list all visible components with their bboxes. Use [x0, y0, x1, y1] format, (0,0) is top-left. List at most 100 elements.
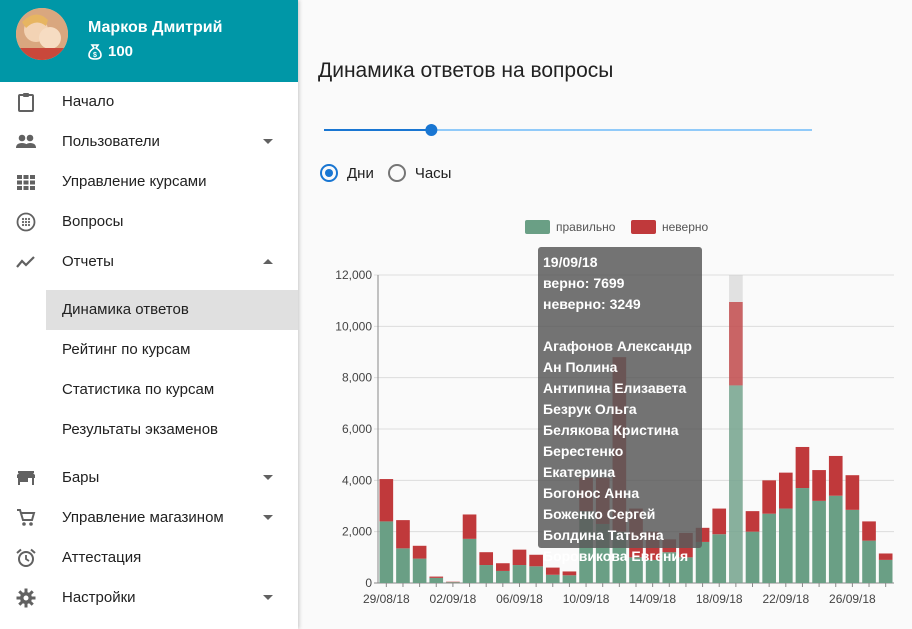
tooltip-wrong-label: неверно:	[543, 296, 606, 312]
bar-correct[interactable]	[512, 565, 527, 583]
chevron-up-icon[interactable]	[263, 259, 273, 264]
menu-item-shop[interactable]: Управление магазином	[0, 498, 298, 538]
chevron-down-icon[interactable]	[263, 595, 273, 600]
tooltip-name-item: Боровикова Евгения	[543, 548, 689, 564]
menu-item-reports[interactable]: Отчеты	[0, 242, 298, 282]
sub-item-label: Рейтинг по курсам	[62, 341, 191, 358]
bar-wrong[interactable]	[379, 479, 394, 522]
bar-wrong[interactable]	[446, 581, 460, 583]
bar-wrong[interactable]	[479, 552, 494, 566]
bar-correct[interactable]	[496, 570, 510, 583]
x-tick-label: 18/09/18	[696, 592, 743, 606]
menu-item-label: Бары	[62, 469, 100, 486]
bar-correct[interactable]	[379, 521, 394, 583]
legend-label[interactable]: правильно	[556, 220, 616, 234]
y-tick-label: 0	[365, 576, 372, 590]
sub-item-exam-results[interactable]: Результаты экзаменов	[46, 410, 298, 450]
menu-item-home[interactable]: Начало	[0, 82, 298, 122]
bar-correct[interactable]	[529, 566, 543, 583]
bar-correct[interactable]	[862, 540, 876, 583]
chevron-down-icon[interactable]	[263, 475, 273, 480]
radio-hours[interactable]: Часы	[387, 164, 451, 182]
menu-item-settings[interactable]: Настройки	[0, 578, 298, 618]
bar-wrong[interactable]	[745, 511, 760, 532]
dots-circle-icon	[16, 212, 36, 232]
menu-item-questions[interactable]: Вопросы	[0, 202, 298, 242]
sub-item-course-stats[interactable]: Статистика по курсам	[46, 370, 298, 410]
tooltip-wrong-value: 3249	[609, 296, 641, 312]
bar-wrong[interactable]	[762, 480, 776, 514]
bar-correct[interactable]	[479, 565, 494, 583]
bar-wrong[interactable]	[778, 472, 793, 509]
bar-wrong[interactable]	[828, 455, 843, 496]
bar-correct[interactable]	[429, 577, 444, 583]
bar-wrong[interactable]	[412, 545, 427, 559]
bar-wrong[interactable]	[429, 576, 444, 578]
chevron-down-icon[interactable]	[263, 515, 273, 520]
bar-correct[interactable]	[462, 538, 477, 583]
bar-wrong[interactable]	[512, 549, 527, 566]
bar-correct[interactable]	[762, 513, 776, 583]
radio-days-circle[interactable]	[320, 164, 338, 182]
bar-wrong[interactable]	[496, 563, 510, 571]
legend-swatch[interactable]	[631, 220, 656, 234]
clipboard-icon	[18, 93, 34, 112]
bar-wrong[interactable]	[795, 446, 810, 489]
menu-item-attestation[interactable]: Аттестация	[0, 538, 298, 578]
bar-wrong[interactable]	[878, 553, 893, 560]
bar-correct[interactable]	[412, 558, 427, 583]
bar-correct[interactable]	[446, 582, 460, 583]
alarm-icon	[16, 548, 36, 567]
bar-correct[interactable]	[878, 559, 893, 583]
y-tick-label: 12,000	[335, 268, 372, 282]
radio-hours-circle[interactable]	[387, 164, 406, 182]
bar-correct[interactable]	[778, 508, 793, 583]
bar-wrong[interactable]	[845, 475, 860, 510]
x-tick-label: 06/09/18	[496, 592, 543, 606]
legend-swatch[interactable]	[525, 220, 550, 234]
bar-correct[interactable]	[562, 575, 577, 583]
sub-item-course-rating[interactable]: Рейтинг по курсам	[46, 330, 298, 370]
bar-correct[interactable]	[845, 509, 860, 583]
coins-value: 100	[108, 43, 134, 60]
bar-correct[interactable]	[712, 534, 727, 583]
bar-wrong[interactable]	[562, 571, 577, 576]
tooltip-correct-value: 7699	[593, 275, 625, 291]
bar-wrong[interactable]	[545, 567, 560, 575]
trend-icon	[16, 256, 35, 268]
sub-item-answer-dynamics[interactable]: Динамика ответов	[46, 290, 298, 330]
legend-label[interactable]: неверно	[662, 220, 709, 234]
sidebar: Марков Дмитрий $ 100 Начало Пользователи…	[0, 0, 298, 629]
y-tick-label: 6,000	[342, 422, 372, 436]
bar-correct[interactable]	[545, 574, 560, 583]
radio-days[interactable]: Дни	[320, 164, 374, 182]
period-slider[interactable]	[324, 122, 812, 138]
people-icon	[16, 134, 36, 148]
menu-item-courses[interactable]: Управление курсами	[0, 162, 298, 202]
bar-wrong[interactable]	[462, 514, 477, 539]
menu-item-users[interactable]: Пользователи	[0, 122, 298, 162]
menu-item-label: Пользователи	[62, 133, 160, 150]
bar-correct[interactable]	[396, 548, 410, 583]
bar-wrong[interactable]	[529, 554, 543, 567]
sub-item-label: Результаты экзаменов	[62, 421, 219, 438]
bar-wrong[interactable]	[862, 521, 876, 541]
bar-wrong[interactable]	[396, 520, 410, 549]
bar-correct[interactable]	[828, 495, 843, 583]
bar-correct[interactable]	[795, 488, 810, 583]
menu-item-bars[interactable]: Бары	[0, 458, 298, 498]
bar-correct[interactable]	[729, 385, 743, 583]
bar-correct[interactable]	[745, 531, 760, 583]
bar-wrong[interactable]	[712, 508, 727, 535]
bar-correct[interactable]	[812, 500, 826, 583]
tooltip-name-item: Антипина Елизавета	[543, 380, 687, 396]
avatar[interactable]	[16, 8, 68, 60]
bar-wrong[interactable]	[812, 470, 826, 501]
bar-wrong[interactable]	[729, 302, 743, 386]
sub-item-label: Динамика ответов	[62, 301, 189, 318]
bar-correct[interactable]	[695, 541, 710, 583]
chevron-down-icon[interactable]	[263, 139, 273, 144]
menu-item-label: Вопросы	[62, 213, 124, 230]
y-tick-label: 2,000	[342, 525, 372, 539]
granularity-radio-group: Дни Часы	[320, 164, 465, 182]
